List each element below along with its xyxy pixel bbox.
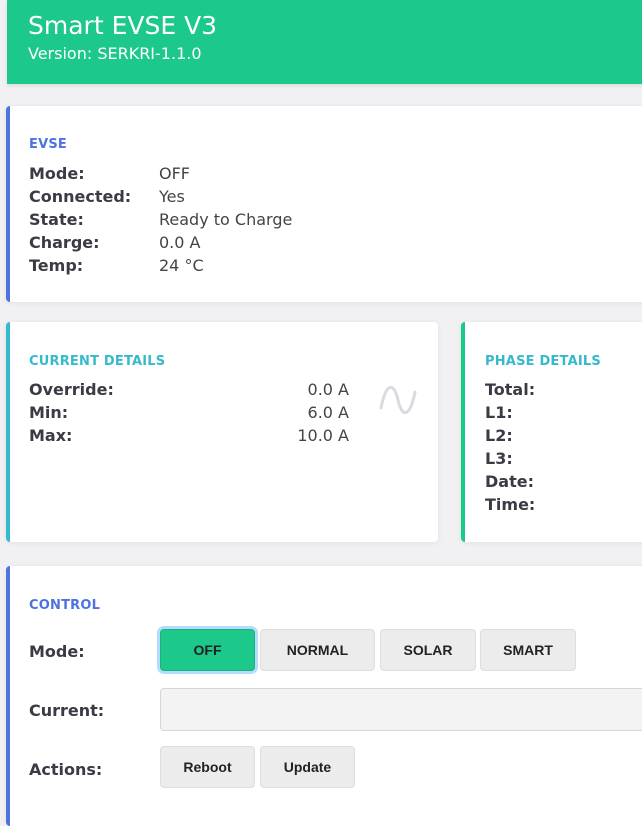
min-label: Min: <box>29 403 69 422</box>
evse-mode-label: Mode: <box>29 164 85 183</box>
phase-details-title: PHASE DETAILS <box>485 354 601 369</box>
mode-off-button[interactable]: OFF <box>160 629 255 671</box>
evse-card: EVSE Mode: OFF Connected: Yes State: Rea… <box>6 106 642 302</box>
override-value: 0.0 A <box>307 380 349 399</box>
mode-normal-button[interactable]: NORMAL <box>260 629 375 671</box>
app-header: Smart EVSE V3 Version: SERKRI-1.1.0 <box>7 0 642 84</box>
current-details-title: CURRENT DETAILS <box>29 354 166 369</box>
actions-label: Actions: <box>29 760 103 779</box>
evse-temp-value: 24 °C <box>159 256 204 275</box>
phase-total-label: Total: <box>485 380 536 399</box>
mode-smart-button[interactable]: SMART <box>480 629 576 671</box>
max-value: 10.0 A <box>297 426 349 445</box>
evse-state-value: Ready to Charge <box>159 210 293 229</box>
evse-card-title: EVSE <box>29 137 67 152</box>
mode-label: Mode: <box>29 642 85 661</box>
phase-date-label: Date: <box>485 472 534 491</box>
current-details-card: CURRENT DETAILS Override: 0.0 A Min: 6.0… <box>6 322 438 542</box>
evse-temp-label: Temp: <box>29 256 84 275</box>
evse-mode-value: OFF <box>159 164 190 183</box>
evse-connected-label: Connected: <box>29 187 132 206</box>
evse-connected-value: Yes <box>159 187 185 206</box>
update-button[interactable]: Update <box>260 746 355 788</box>
app-title: Smart EVSE V3 <box>28 11 218 40</box>
phase-details-card: PHASE DETAILS Total: L1: L2: L3: Date: T… <box>461 322 642 542</box>
evse-charge-value: 0.0 A <box>159 233 201 252</box>
min-value: 6.0 A <box>307 403 349 422</box>
phase-time-label: Time: <box>485 495 536 514</box>
current-input[interactable] <box>160 688 642 731</box>
phase-l2-label: L2: <box>485 426 513 445</box>
evse-charge-label: Charge: <box>29 233 100 252</box>
evse-state-label: State: <box>29 210 84 229</box>
app-version: Version: SERKRI-1.1.0 <box>28 44 202 63</box>
phase-l3-label: L3: <box>485 449 513 468</box>
control-title: CONTROL <box>29 598 101 613</box>
phase-l1-label: L1: <box>485 403 513 422</box>
sine-wave-icon <box>379 386 417 414</box>
mode-solar-button[interactable]: SOLAR <box>380 629 476 671</box>
max-label: Max: <box>29 426 73 445</box>
reboot-button[interactable]: Reboot <box>160 746 255 788</box>
override-label: Override: <box>29 380 114 399</box>
current-label: Current: <box>29 701 105 720</box>
